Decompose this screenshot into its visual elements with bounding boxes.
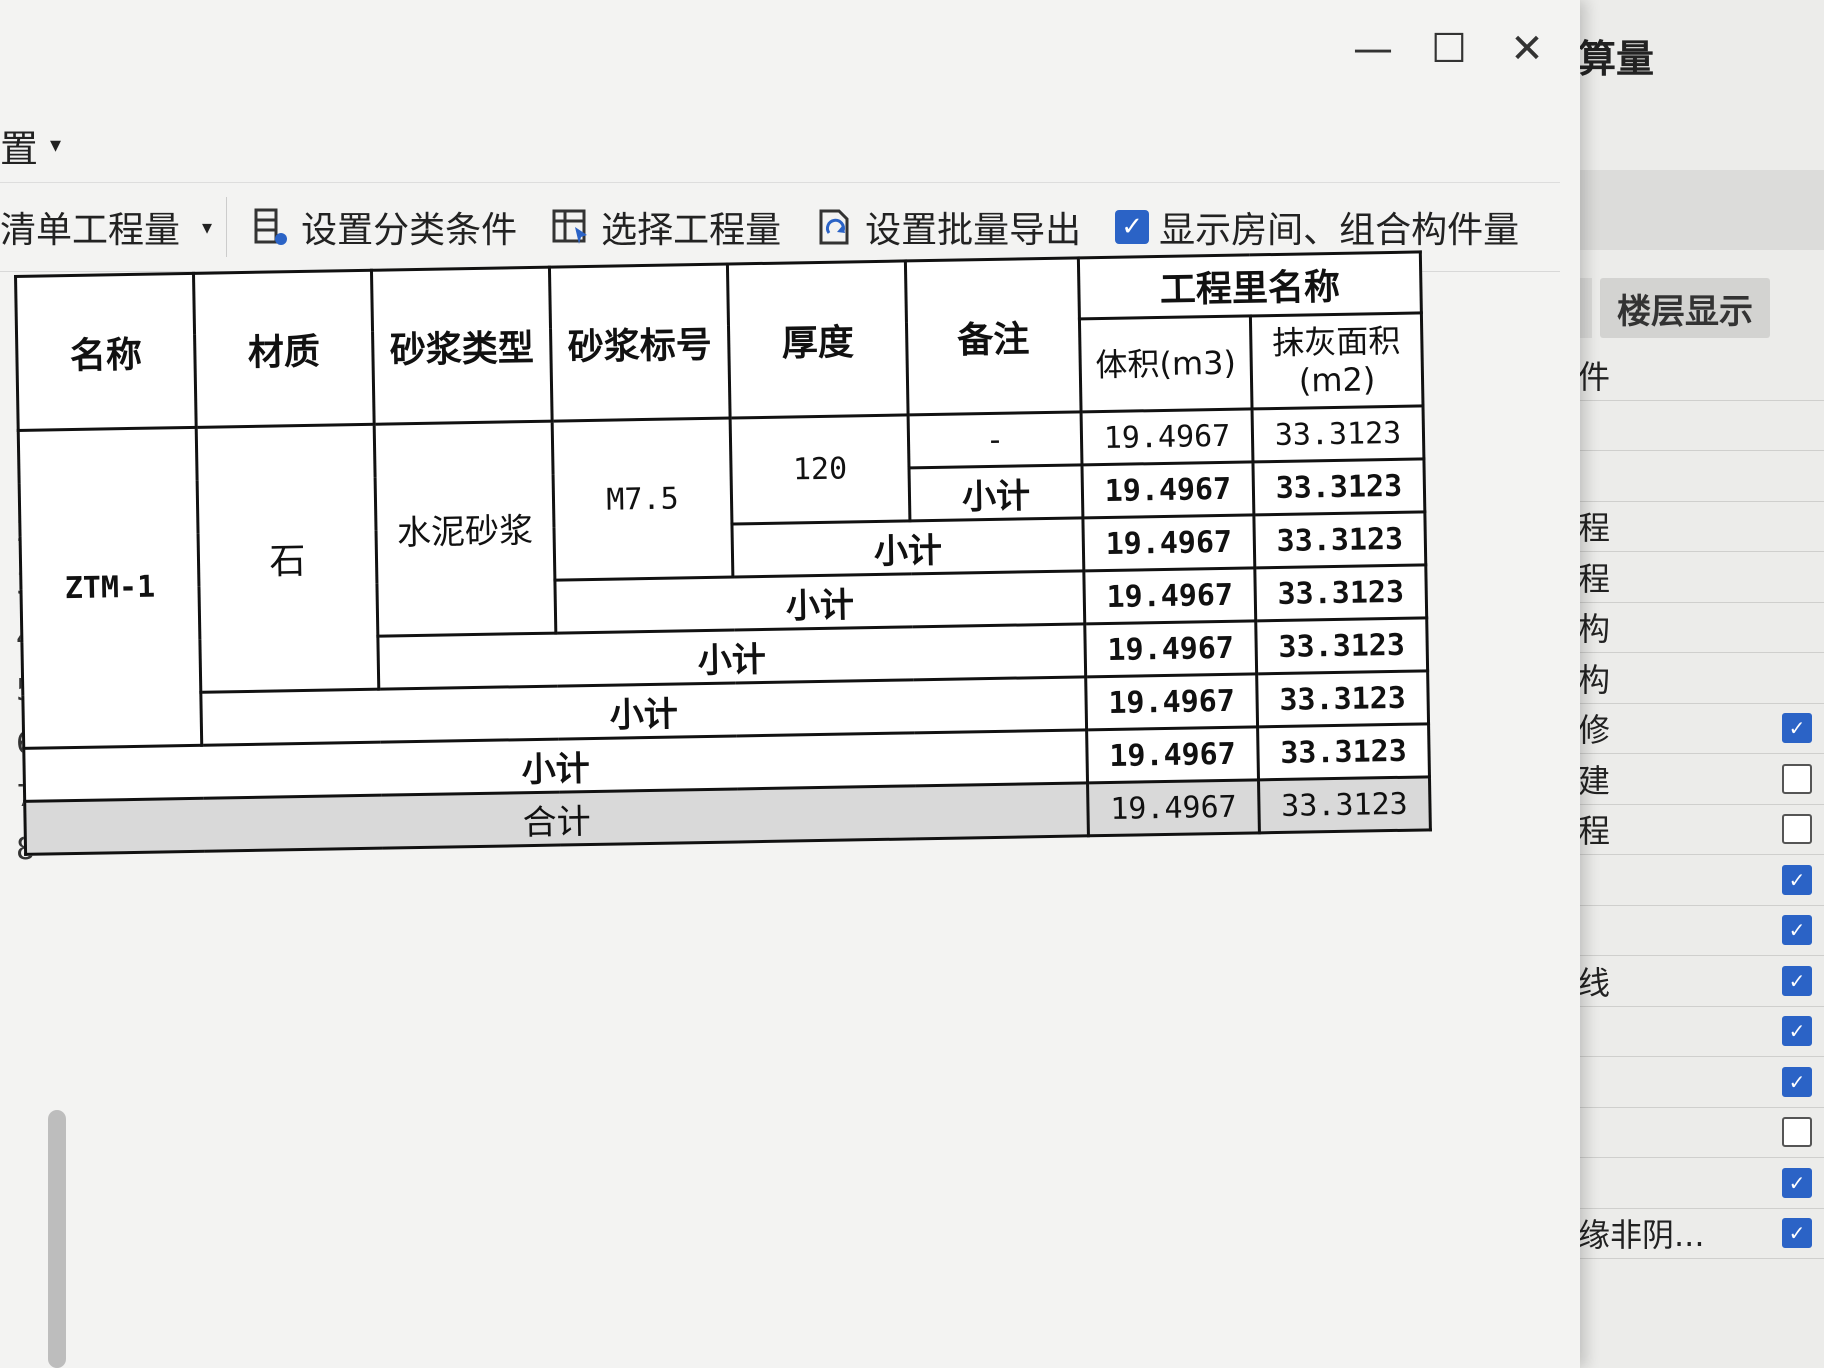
cell-area[interactable]: 33.3123: [1253, 511, 1426, 568]
checkbox-checked-icon[interactable]: ✓: [1782, 965, 1812, 996]
cell-volume[interactable]: 19.4967: [1081, 461, 1254, 518]
checkbox-checked-icon[interactable]: ✓: [1782, 864, 1812, 895]
checkbox-unchecked-icon[interactable]: [1782, 1117, 1812, 1148]
cell-subtotal[interactable]: 小计: [731, 517, 1084, 577]
set-category-label: 设置分类条件: [301, 210, 518, 251]
cell-area[interactable]: 33.3123: [1257, 723, 1430, 780]
header-mortar-grade[interactable]: 砂浆标号: [549, 264, 731, 422]
grid-select-icon: [551, 207, 591, 247]
batch-export-label: 设置批量导出: [865, 210, 1082, 251]
header-thickness[interactable]: 厚度: [727, 260, 909, 419]
cell-name[interactable]: ZTM-1: [18, 427, 202, 749]
minimize-button[interactable]: —: [1348, 24, 1398, 74]
minimize-icon: —: [1353, 26, 1393, 72]
cell-subtotal[interactable]: 小计: [909, 464, 1083, 521]
header-quantity-group[interactable]: 工程里名称: [1078, 251, 1422, 319]
cell-area[interactable]: 33.3123: [1252, 458, 1425, 515]
show-rooms-label: 显示房间、组合构件量: [1159, 210, 1520, 251]
vertical-scrollbar[interactable]: [48, 1110, 66, 1368]
cell-remark[interactable]: -: [908, 411, 1082, 468]
cell-subtotal[interactable]: 小计: [554, 570, 1085, 634]
checkbox-checked-icon[interactable]: ✓: [1782, 1167, 1812, 1198]
checkbox-checked-icon[interactable]: ✓: [1115, 210, 1150, 244]
cell-area[interactable]: 33.3123: [1258, 776, 1431, 833]
quantity-report-table: 名称 材质 砂浆类型 砂浆标号 厚度 备注 工程里名称 体积(m3) 抹灰面积(…: [14, 250, 1432, 856]
cell-area[interactable]: 33.3123: [1252, 405, 1424, 462]
set-category-button[interactable]: 设置分类条件: [251, 201, 517, 253]
window-titlebar: — ☐ ✕: [0, 0, 1580, 100]
report-window: — ☐ ✕ 置 ▾ 清单工程量 ▾ 设置分类条件 选择工程量 设置批量导出 ✓ …: [0, 0, 1580, 1368]
cell-material[interactable]: 石: [196, 424, 379, 693]
show-rooms-toggle[interactable]: ✓ 显示房间、组合构件量: [1115, 201, 1519, 253]
background-toolbar-strip: [1560, 170, 1824, 250]
header-name[interactable]: 名称: [15, 273, 197, 431]
background-app-title: 算量: [1578, 37, 1655, 81]
checkbox-checked-icon[interactable]: ✓: [1782, 1066, 1812, 1097]
menu-bar: 置 ▾: [0, 110, 61, 180]
chevron-down-icon[interactable]: ▾: [50, 133, 61, 158]
export-icon: [815, 207, 855, 247]
checkbox-unchecked-icon[interactable]: [1782, 763, 1812, 794]
close-button[interactable]: ✕: [1502, 24, 1552, 74]
header-mortar-type[interactable]: 砂浆类型: [371, 267, 553, 425]
cell-area[interactable]: 33.3123: [1255, 617, 1428, 674]
cell-volume[interactable]: 19.4967: [1084, 620, 1257, 677]
category-settings-icon: [251, 207, 291, 247]
chevron-down-icon: ▾: [202, 215, 213, 239]
cell-area[interactable]: 33.3123: [1256, 670, 1429, 727]
cell-area[interactable]: 33.3123: [1254, 564, 1427, 621]
cell-volume[interactable]: 19.4967: [1086, 726, 1259, 783]
cell-volume[interactable]: 19.4967: [1085, 673, 1258, 730]
header-material[interactable]: 材质: [193, 270, 375, 428]
quantity-type-dropdown[interactable]: 清单工程量 ▾: [0, 197, 228, 257]
cell-thickness[interactable]: 120: [730, 414, 910, 525]
cell-volume[interactable]: 19.4967: [1082, 514, 1255, 571]
close-icon: ✕: [1510, 26, 1544, 72]
header-volume[interactable]: 体积(m3): [1079, 315, 1253, 412]
checkbox-checked-icon[interactable]: ✓: [1782, 713, 1812, 744]
select-quantity-label: 选择工程量: [601, 210, 782, 251]
tab-floor-display[interactable]: 楼层显示: [1600, 278, 1770, 338]
checkbox-checked-icon[interactable]: ✓: [1782, 1016, 1812, 1047]
maximize-icon: ☐: [1431, 26, 1467, 72]
maximize-button[interactable]: ☐: [1424, 24, 1474, 74]
cell-volume[interactable]: 19.4967: [1083, 567, 1256, 624]
header-plaster-area[interactable]: 抹灰面积(m2): [1250, 312, 1423, 409]
checkbox-unchecked-icon[interactable]: [1782, 814, 1812, 845]
cell-volume[interactable]: 19.4967: [1081, 408, 1253, 465]
header-remark[interactable]: 备注: [905, 257, 1082, 415]
checkbox-checked-icon[interactable]: ✓: [1782, 1218, 1812, 1249]
menu-settings[interactable]: 置: [0, 118, 38, 173]
cell-volume[interactable]: 19.4967: [1087, 779, 1260, 836]
select-quantity-button[interactable]: 选择工程量: [551, 201, 781, 253]
batch-export-button[interactable]: 设置批量导出: [815, 201, 1081, 253]
dropdown-label: 清单工程量: [0, 210, 181, 251]
cell-mortar-type[interactable]: 水泥砂浆: [374, 421, 556, 637]
cell-mortar-grade[interactable]: M7.5: [552, 418, 733, 581]
checkbox-checked-icon[interactable]: ✓: [1782, 915, 1812, 946]
